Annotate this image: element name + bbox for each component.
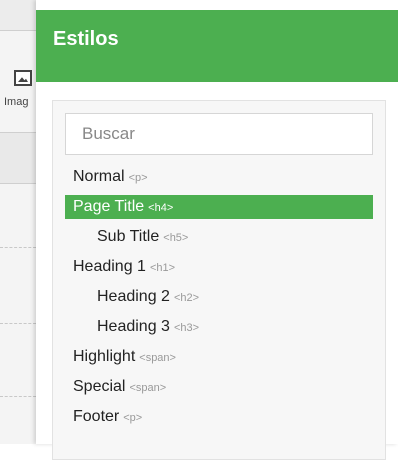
- dashed-divider: [0, 323, 36, 324]
- style-item-page-title[interactable]: Page Title <h4>: [65, 195, 373, 219]
- panel-title: Estilos: [53, 28, 119, 50]
- styles-panel: Estilos Normal<p>Page Title<h4>Sub Title…: [36, 0, 398, 460]
- background-band: [0, 133, 36, 183]
- style-item-label: Heading 1: [73, 258, 146, 275]
- style-item-heading-1[interactable]: Heading 1 <h1>: [65, 255, 373, 279]
- style-item-tag: <p>: [123, 412, 143, 424]
- style-item-heading-3[interactable]: Heading 3 <h3>: [65, 315, 373, 339]
- image-icon[interactable]: [14, 70, 32, 86]
- style-item-label: Heading 2: [97, 288, 170, 305]
- style-item-tag: <h1>: [149, 262, 176, 274]
- style-item-tag: <h5>: [163, 232, 189, 244]
- style-item-label: Highlight: [73, 348, 136, 365]
- style-item-tag: <h3>: [173, 322, 200, 334]
- divider: [0, 30, 36, 31]
- style-item-sub-title[interactable]: Sub Title <h5>: [65, 225, 373, 249]
- image-tool-label: Imag: [4, 96, 29, 108]
- style-item-tag: <span>: [139, 352, 176, 364]
- dashed-divider: [0, 396, 36, 397]
- background-app-strip: Imag: [0, 0, 37, 444]
- style-item-label: Sub Title: [97, 228, 160, 245]
- panel-header-edge: [36, 0, 398, 10]
- style-item-highlight[interactable]: Highlight <span>: [65, 345, 373, 369]
- style-item-tag: <p>: [128, 172, 148, 184]
- style-list: Normal <p> Page Title <h4> Sub Title <h5> Head…: [65, 165, 373, 435]
- search-input[interactable]: [65, 113, 373, 155]
- style-item-normal[interactable]: Normal <p>: [65, 165, 373, 189]
- style-item-label: Heading 3: [97, 318, 170, 335]
- style-item-label: Special: [73, 378, 126, 395]
- background-toolbar: [0, 0, 36, 30]
- panel-header: Estilos: [36, 0, 398, 82]
- style-item-label: Normal: [73, 168, 125, 185]
- styles-panel-body: Normal<p>Page Title<h4>Sub Title<h5>Head…: [52, 100, 386, 460]
- style-item-label: Footer: [73, 408, 120, 425]
- style-item-special[interactable]: Special <span>: [65, 375, 373, 399]
- style-item-tag: <h4>: [148, 202, 174, 214]
- divider: [0, 183, 36, 184]
- dashed-divider: [0, 247, 36, 248]
- style-item-tag: <h2>: [173, 292, 200, 304]
- style-item-footer[interactable]: Footer <p>: [65, 405, 373, 429]
- style-item-heading-2[interactable]: Heading 2 <h2>: [65, 285, 373, 309]
- style-item-label: Page Title: [73, 198, 145, 215]
- style-item-tag: <span>: [129, 382, 167, 394]
